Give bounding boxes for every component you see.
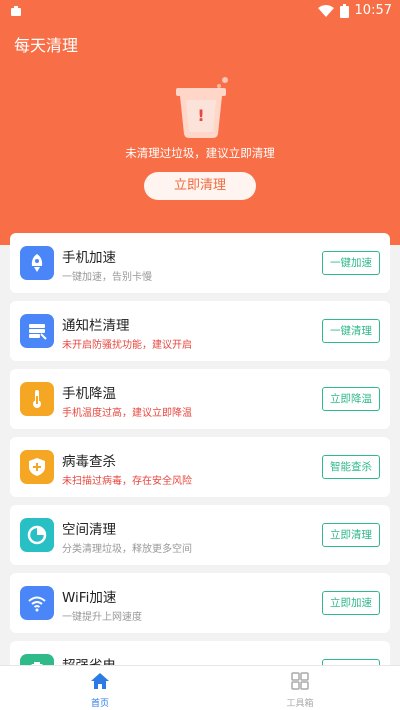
feature-title: 病毒查杀 xyxy=(62,454,116,470)
bottom-tab-bar: 首页 工具箱 xyxy=(0,665,400,710)
tab-toolbox[interactable]: 工具箱 xyxy=(260,672,340,709)
feature-subtitle: 未扫描过病毒，存在安全风险 xyxy=(62,476,192,487)
notification-icon xyxy=(20,314,54,348)
notification-app-icon xyxy=(11,6,21,16)
feature-title: 手机加速 xyxy=(62,250,116,266)
feature-subtitle: 未开启防骚扰功能，建议开启 xyxy=(62,340,192,351)
wifi-signal-icon xyxy=(317,4,334,17)
feature-title: WiFi加速 xyxy=(62,590,117,606)
trash-alert-mark: ! xyxy=(197,106,204,125)
grid-icon xyxy=(291,672,309,690)
feature-subtitle: 手机温度过高，建议立即降温 xyxy=(62,408,192,419)
feature-subtitle: 一键提升上网速度 xyxy=(62,612,142,623)
notification-clean-button[interactable]: 一键清理 xyxy=(322,319,380,343)
tab-toolbox-label: 工具箱 xyxy=(286,699,314,709)
wifi-icon xyxy=(20,586,54,620)
feature-subtitle: 一键加速，告别卡慢 xyxy=(62,272,152,283)
hero-header: 10:57 每天清理 ! 未清理过垃圾，建议立即清理 立即清理 xyxy=(0,0,400,245)
rocket-icon xyxy=(20,246,54,280)
status-time: 10:57 xyxy=(354,3,392,18)
feature-card-space-clean[interactable]: 空间清理 分类清理垃圾，释放更多空间 立即清理 xyxy=(10,505,390,565)
virus-scan-button[interactable]: 智能查杀 xyxy=(322,455,380,479)
cool-down-button[interactable]: 立即降温 xyxy=(322,387,380,411)
feature-title: 空间清理 xyxy=(62,522,116,538)
tab-home[interactable]: 首页 xyxy=(60,672,140,709)
feature-card-wifi-boost[interactable]: WiFi加速 一键提升上网速度 立即加速 xyxy=(10,573,390,633)
feature-card-cool-down[interactable]: 手机降温 手机温度过高，建议立即降温 立即降温 xyxy=(10,369,390,429)
trash-bin-icon: ! xyxy=(176,77,228,138)
status-bar: 10:57 xyxy=(0,0,400,24)
feature-card-phone-boost[interactable]: 手机加速 一键加速，告别卡慢 一键加速 xyxy=(10,233,390,293)
hero-message: 未清理过垃圾，建议立即清理 xyxy=(125,146,275,160)
feature-title: 手机降温 xyxy=(62,386,116,402)
app-title: 每天清理 xyxy=(14,36,79,55)
shield-icon xyxy=(20,450,54,484)
space-clean-button[interactable]: 立即清理 xyxy=(322,523,380,547)
feature-card-virus-scan[interactable]: 病毒查杀 未扫描过病毒，存在安全风险 智能查杀 xyxy=(10,437,390,497)
wifi-boost-button[interactable]: 立即加速 xyxy=(322,591,380,615)
battery-status-icon xyxy=(339,3,349,18)
pie-chart-icon xyxy=(20,518,54,552)
clean-now-button[interactable]: 立即清理 xyxy=(144,172,256,200)
tab-home-label: 首页 xyxy=(90,699,109,709)
feature-subtitle: 分类清理垃圾，释放更多空间 xyxy=(62,544,192,555)
feature-title: 通知栏清理 xyxy=(62,318,130,334)
feature-card-notification-clean[interactable]: 通知栏清理 未开启防骚扰功能，建议开启 一键清理 xyxy=(10,301,390,361)
home-icon xyxy=(91,673,109,689)
thermometer-icon xyxy=(20,382,54,416)
boost-button[interactable]: 一键加速 xyxy=(322,251,380,275)
